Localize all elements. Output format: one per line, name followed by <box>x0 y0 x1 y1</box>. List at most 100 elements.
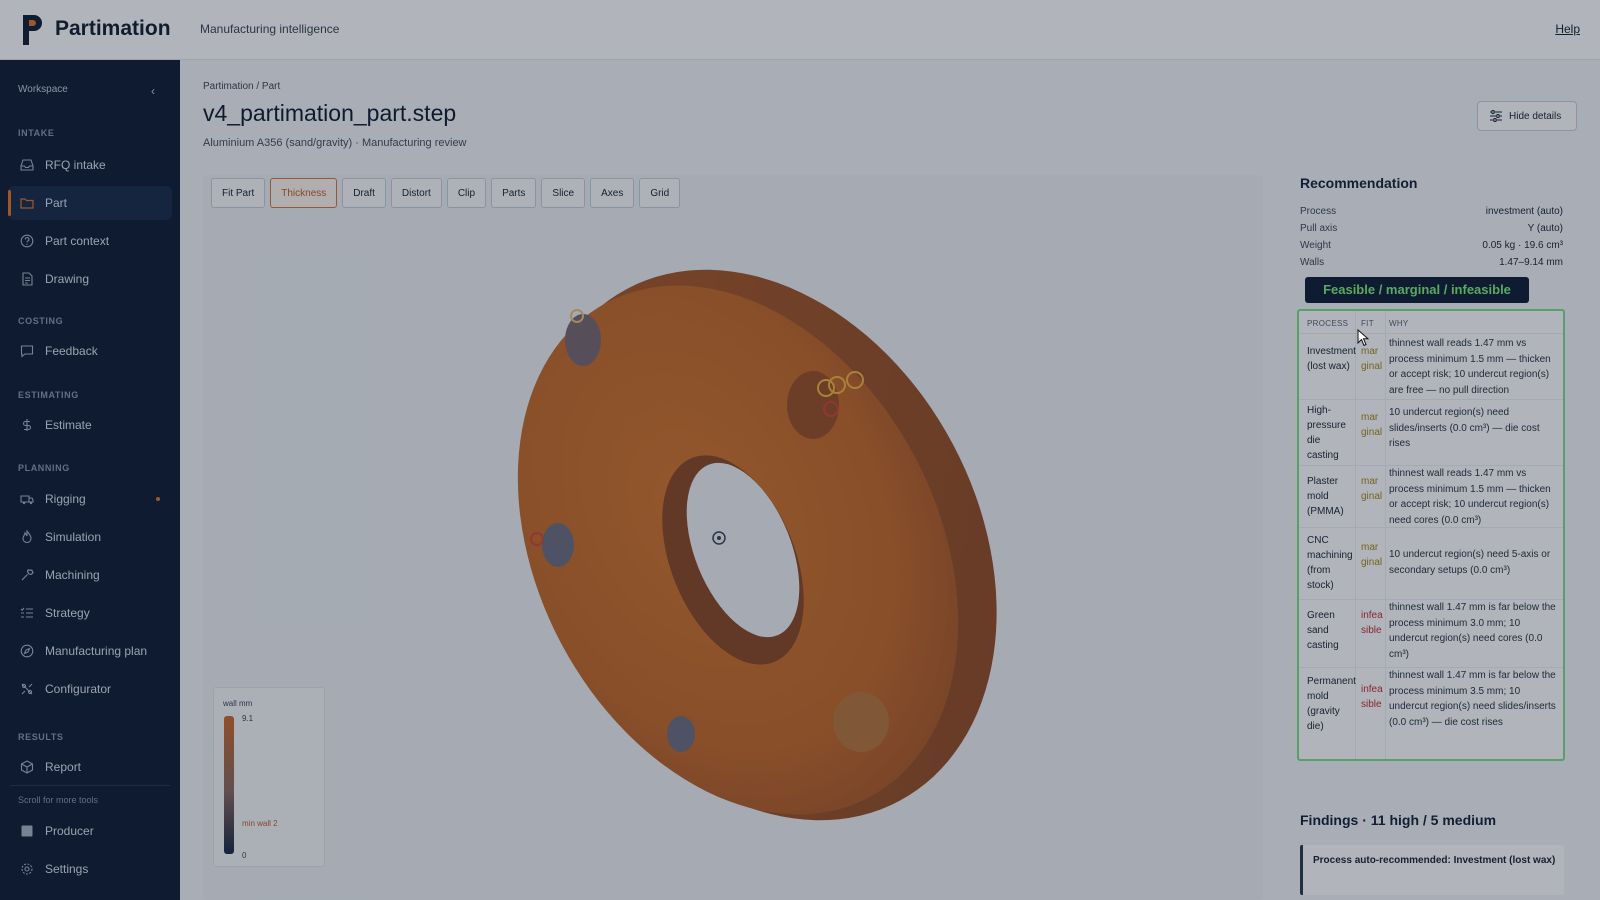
notification-dot <box>156 497 160 501</box>
recommendation-title: Recommendation <box>1300 175 1418 191</box>
wrench-icon <box>21 569 34 581</box>
compass-icon <box>20 644 34 658</box>
table-row: High-pressure die casting marginal 10 un… <box>1299 399 1563 465</box>
row-key: Walls <box>1300 257 1325 268</box>
sidebar-item-producer[interactable]: Producer <box>8 814 172 848</box>
sidebar-item-label: Report <box>45 760 82 774</box>
sidebar-item-simulation[interactable]: Simulation <box>8 520 172 554</box>
section-label-intake: INTAKE <box>18 128 55 138</box>
dollar-icon <box>22 419 32 431</box>
table-row: Green sand casting infeasible thinnest w… <box>1299 599 1563 667</box>
sidebar-item-settings[interactable]: Settings <box>8 852 172 886</box>
process-why: 10 undercut region(s) need slides/insert… <box>1389 407 1540 449</box>
sidebar-item-label: Rigging <box>45 492 86 506</box>
finding-card[interactable]: Process auto-recommended: Investment (lo… <box>1300 845 1564 895</box>
recommendation-row: Process investment (auto) <box>1300 206 1563 220</box>
process-why: thinnest wall 1.47 mm is far below the p… <box>1389 602 1556 660</box>
sliders-icon <box>21 683 33 695</box>
fit-part-button[interactable]: Fit Part <box>211 178 266 208</box>
process-fit-table: PROCESS FIT WHY Investment (lost wax) ma… <box>1297 309 1565 761</box>
clip-button[interactable]: Clip <box>446 178 487 208</box>
sidebar-item-machining[interactable]: Machining <box>8 558 172 592</box>
table-row: Investment (lost wax) marginal thinnest … <box>1299 333 1563 399</box>
row-key: Weight <box>1300 240 1331 251</box>
sidebar-item-label: Configurator <box>45 682 112 696</box>
table-row: Plaster mold (PMMA) marginal thinnest wa… <box>1299 465 1563 527</box>
draft-button[interactable]: Draft <box>342 178 386 208</box>
brand-name: Partimation <box>55 17 171 40</box>
row-key: Process <box>1300 206 1337 217</box>
sidebar-item-manufacturing-plan[interactable]: Manufacturing plan <box>8 634 172 668</box>
sidebar-item-label: Manufacturing plan <box>45 644 148 658</box>
process-name: Green sand casting <box>1307 610 1339 651</box>
process-fit: marginal <box>1361 412 1383 438</box>
thickness-button[interactable]: Thickness <box>270 178 338 208</box>
hide-details-button[interactable]: Hide details <box>1477 101 1577 131</box>
recommendation-row: Pull axis Y (auto) <box>1300 223 1563 237</box>
slice-button[interactable]: Slice <box>541 178 586 208</box>
sidebar-item-label: Settings <box>45 862 89 876</box>
grid-button[interactable]: Grid <box>639 178 681 208</box>
feasibility-callout: Feasible / marginal / infeasible <box>1305 277 1529 303</box>
sidebar-item-configurator[interactable]: Configurator <box>8 672 172 706</box>
page-subtitle: Aluminium A356 (sand/gravity) · Manufact… <box>203 137 467 149</box>
process-why: 10 undercut region(s) need 5-axis or sec… <box>1389 549 1551 576</box>
bolt-hole <box>565 314 601 366</box>
sliders-icon <box>1490 110 1502 122</box>
parts-button[interactable]: Parts <box>491 178 537 208</box>
sidebar-item-drawing[interactable]: Drawing <box>8 262 172 296</box>
bolt-hole <box>833 692 889 752</box>
viewer-toolbar: Fit Part Thickness Draft Distort Clip Pa… <box>211 178 681 210</box>
sidebar-item-label: Producer <box>45 824 94 838</box>
thickness-legend: wall mm 9.1 min wall 2 0 <box>213 687 325 867</box>
process-name: Permanent mold (gravity die) <box>1307 676 1356 732</box>
collapse-sidebar-icon[interactable]: ‹ <box>146 84 160 98</box>
axes-button[interactable]: Axes <box>590 178 635 208</box>
folder-icon <box>20 198 34 209</box>
distort-button[interactable]: Distort <box>390 178 442 208</box>
sidebar-item-label: Part context <box>45 234 110 248</box>
flange-part-model[interactable] <box>203 210 1263 900</box>
sidebar-item-label: Feedback <box>45 344 98 358</box>
hide-details-label: Hide details <box>1509 111 1562 122</box>
sidebar-item-label: Part <box>45 196 68 210</box>
row-value: 1.47–9.14 mm <box>1499 257 1563 268</box>
scroll-hint: Scroll for more tools <box>18 795 99 805</box>
process-name: Investment (lost wax) <box>1307 346 1356 372</box>
workspace-label: Workspace <box>18 84 68 95</box>
recommendation-row: Weight 0.05 kg · 19.6 cm³ <box>1300 240 1563 254</box>
sidebar-item-estimate[interactable]: Estimate <box>8 408 172 442</box>
bolt-hole <box>542 523 574 567</box>
help-link[interactable]: Help <box>1555 22 1580 36</box>
document-icon <box>22 272 33 286</box>
sidebar: Workspace ‹ INTAKE RFQ intake Part Part … <box>0 60 180 900</box>
sidebar-item-part-context[interactable]: Part context <box>8 224 172 258</box>
sidebar-item-rigging[interactable]: Rigging <box>8 482 172 516</box>
sidebar-item-label: Estimate <box>45 418 92 432</box>
breadcrumb: Partimation / Part <box>203 81 281 92</box>
findings-title: Findings · 11 high / 5 medium <box>1300 812 1497 828</box>
process-fit: marginal <box>1361 476 1383 502</box>
process-fit: marginal <box>1361 346 1383 372</box>
section-label-costing: COSTING <box>18 316 64 326</box>
process-fit: infeasible <box>1361 684 1383 710</box>
sidebar-item-strategy[interactable]: Strategy <box>8 596 172 630</box>
sidebar-item-label: Simulation <box>45 530 102 544</box>
sidebar-item-rfq-intake[interactable]: RFQ intake <box>8 148 172 182</box>
header-process: PROCESS <box>1307 319 1349 328</box>
row-key: Pull axis <box>1300 223 1338 234</box>
row-value: 0.05 kg · 19.6 cm³ <box>1482 240 1563 251</box>
legend-zero-value: 0 <box>242 851 247 860</box>
question-circle-icon <box>20 234 34 248</box>
sidebar-item-report[interactable]: Report <box>8 750 172 784</box>
sidebar-item-feedback[interactable]: Feedback <box>8 334 172 368</box>
sidebar-item-part[interactable]: Part <box>8 186 172 220</box>
sidebar-item-label: RFQ intake <box>45 158 106 172</box>
mouse-cursor-icon <box>1357 329 1369 347</box>
sidebar-item-label: Drawing <box>45 272 90 286</box>
table-row: Permanent mold (gravity die) infeasible … <box>1299 667 1563 759</box>
process-name: High-pressure die casting <box>1307 405 1346 461</box>
gear-icon <box>21 863 33 875</box>
legend-color-bar <box>224 716 234 854</box>
process-name: CNC machining (from stock) <box>1307 535 1353 591</box>
